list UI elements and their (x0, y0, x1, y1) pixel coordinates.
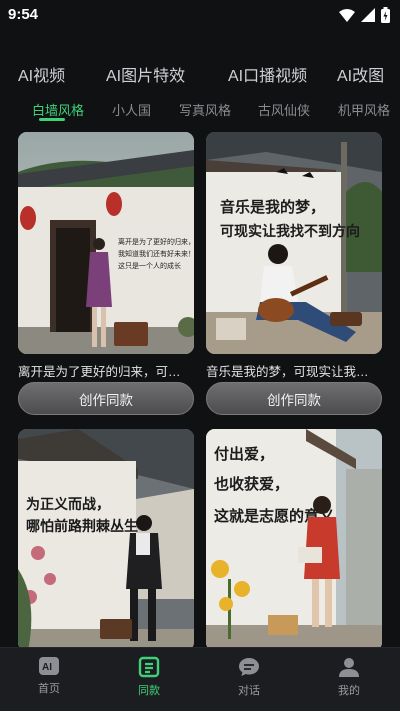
nav-home[interactable]: AI 首页 (19, 656, 79, 696)
nav-label: 对话 (238, 685, 260, 697)
bottom-navigation: AI 首页 同款 对话 我的 (0, 647, 400, 711)
wall-text: 哪怕前路荆棘丛生 (26, 518, 138, 534)
wifi-icon (339, 8, 355, 22)
status-time: 9:54 (8, 6, 39, 23)
main-tab-ai-image-edit[interactable]: AI改图 (337, 62, 384, 86)
nav-label: 我的 (338, 685, 360, 697)
create-same-button[interactable]: 创作同款 (206, 382, 382, 415)
template-caption: 音乐是我的梦，可现实让我… (206, 365, 369, 379)
wall-text: 可现实让我找不到方向 (220, 223, 360, 239)
template-image[interactable]: 音乐是我的梦， 可现实让我找不到方向 (206, 132, 382, 354)
style-tab-white-wall[interactable]: 白墙风格 (32, 100, 84, 119)
nav-label: 同款 (138, 685, 160, 697)
style-tab-miniature[interactable]: 小人国 (112, 100, 151, 119)
template-icon (138, 656, 160, 678)
template-image[interactable]: 为正义而战， 哪怕前路荆棘丛生 (18, 429, 194, 651)
chat-icon (239, 658, 259, 676)
create-same-button[interactable]: 创作同款 (18, 382, 194, 415)
nav-label: 首页 (38, 683, 60, 695)
style-tab-mecha[interactable]: 机甲风格 (338, 100, 390, 119)
nav-profile[interactable]: 我的 (319, 656, 379, 698)
wall-text: 我知道我们还有好未来！ (118, 249, 194, 258)
status-bar: 9:54 (0, 0, 400, 30)
template-image[interactable]: 付出爱， 也收获爱， 这就是志愿的意义 (206, 429, 382, 651)
svg-text:AI: AI (42, 662, 52, 673)
wall-text: 这只是一个人的成长 (118, 261, 181, 270)
status-icons (339, 7, 390, 23)
nav-templates[interactable]: 同款 (119, 656, 179, 698)
template-caption: 离开是为了更好的归来，可… (18, 365, 181, 379)
main-tab-ai-video[interactable]: AI视频 (18, 62, 65, 86)
template-image[interactable]: 离开是为了更好的归来， 我知道我们还有好未来！ 这只是一个人的成长 (18, 132, 194, 354)
main-tab-ai-image-effects[interactable]: AI图片特效 (106, 62, 185, 86)
wall-text: 离开是为了更好的归来， (118, 237, 194, 246)
wall-text: 为正义而战， (26, 496, 110, 512)
signal-icon (361, 8, 375, 22)
battery-icon (381, 7, 390, 23)
wall-text: 付出爱， (214, 445, 274, 463)
ai-home-icon: AI (39, 657, 59, 675)
active-tab-indicator (39, 118, 65, 121)
profile-icon (339, 658, 359, 677)
style-tabs: 白墙风格 小人国 写真风格 古风仙侠 机甲风格 (0, 100, 400, 120)
main-tab-ai-talking-video[interactable]: AI口播视频 (228, 62, 307, 86)
wall-text: 也收获爱， (214, 475, 289, 493)
nav-chat[interactable]: 对话 (219, 656, 279, 698)
style-tab-ancient-fantasy[interactable]: 古风仙侠 (258, 100, 310, 119)
style-tab-portrait[interactable]: 写真风格 (179, 100, 231, 119)
main-tabs: AI视频 AI图片特效 AI口播视频 AI改图 (0, 62, 400, 88)
wall-text: 音乐是我的梦， (220, 198, 325, 216)
